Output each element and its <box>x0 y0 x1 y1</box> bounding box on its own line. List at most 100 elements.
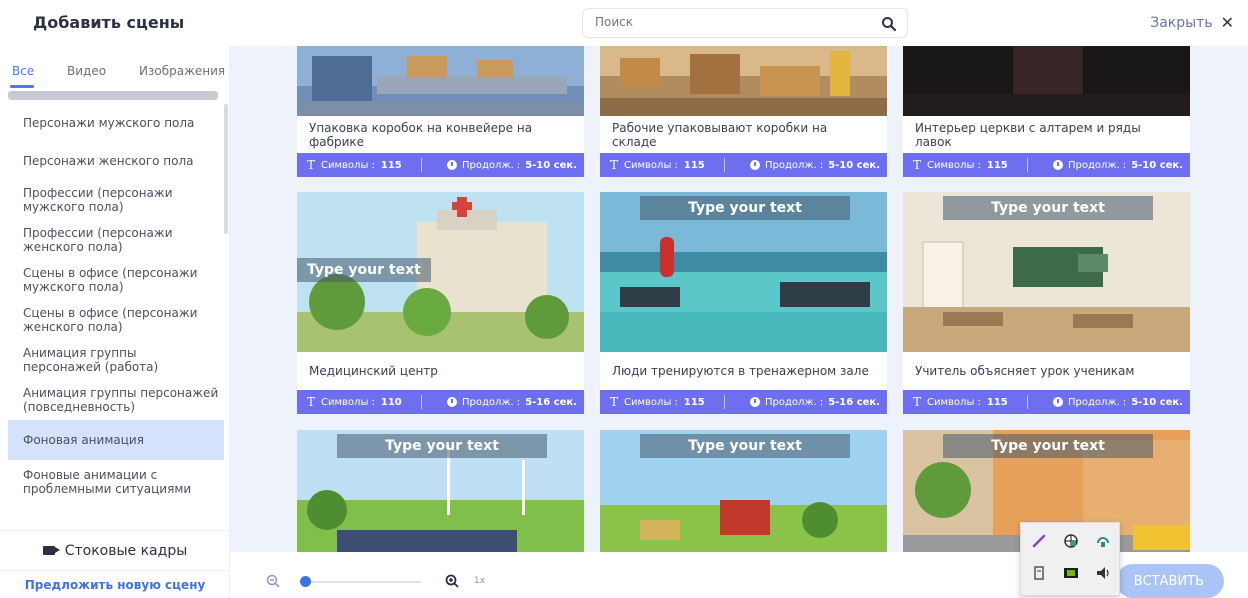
search-box[interactable] <box>582 8 908 38</box>
close-icon[interactable]: ✕ <box>1221 13 1234 32</box>
zoom-slider-handle[interactable] <box>300 576 311 587</box>
duration-label: Продолж. : <box>765 159 824 171</box>
chars-value: 115 <box>683 396 705 408</box>
scene-caption: Медицинский центр <box>297 352 584 390</box>
chars-value: 115 <box>683 159 705 171</box>
category-label: Сцены в офисе (персонажи мужского пола) <box>23 266 198 294</box>
scene-meta-bar: T Символы : 115 Продолж. : 5-10 сек. <box>903 153 1190 177</box>
scene-thumbnail <box>600 46 887 116</box>
headset-icon[interactable] <box>1095 533 1111 549</box>
scene-card[interactable]: Type your text Учитель объясняет урок уч… <box>903 192 1190 414</box>
category-male-characters[interactable]: Персонажи мужского пола <box>8 104 224 142</box>
scene-thumbnail <box>297 46 584 116</box>
text-icon: T <box>913 395 922 409</box>
scene-card[interactable]: Type your text <box>297 430 584 552</box>
category-office-male[interactable]: Сцены в офисе (персонажи мужского пола) <box>8 260 224 300</box>
scene-card[interactable]: Интерьер церкви с алтарем и ряды лавок T… <box>903 46 1190 177</box>
duration-value: 5-10 сек. <box>1131 396 1183 408</box>
category-office-female[interactable]: Сцены в офисе (персонажи женского пола) <box>8 300 224 340</box>
category-label: Анимация группы персонажей (работа) <box>23 346 159 374</box>
duration-label: Продолж. : <box>1068 396 1127 408</box>
category-professions-female[interactable]: Профессии (персонажи женского пола) <box>8 220 224 260</box>
chars-value: 110 <box>380 396 402 408</box>
thumbnail-overlay-text: Type your text <box>943 434 1153 458</box>
nvidia-icon[interactable] <box>1063 565 1079 581</box>
scene-card[interactable]: Type your text Медицинский центр T Символ… <box>297 192 584 414</box>
header: Добавить сцены Закрыть ✕ <box>0 0 1248 46</box>
insert-button[interactable]: ВСТАВИТЬ <box>1116 564 1224 598</box>
category-label: Профессии (персонажи мужского пола) <box>23 186 173 214</box>
duration-label: Продолж. : <box>765 396 824 408</box>
category-female-characters[interactable]: Персонажи женского пола <box>8 142 224 180</box>
search-icon[interactable] <box>881 16 897 32</box>
chars-value: 115 <box>986 396 1008 408</box>
scene-grid: Упаковка коробок на конвейере на фабрике… <box>230 46 1248 552</box>
tabs-scrollbar[interactable] <box>8 91 218 100</box>
close-button[interactable]: Закрыть ✕ <box>1150 13 1234 32</box>
category-list: Персонажи мужского пола Персонажи женско… <box>8 104 224 504</box>
category-professions-male[interactable]: Профессии (персонажи мужского пола) <box>8 180 224 220</box>
scene-card[interactable]: Type your text Люди тренируются в тренаж… <box>600 192 887 414</box>
stock-footage-label: Стоковые кадры <box>64 542 188 559</box>
category-label: Фоновые анимации с проблемными ситуациям… <box>23 468 192 496</box>
category-group-work[interactable]: Анимация группы персонажей (работа) <box>8 340 224 380</box>
device-icon[interactable] <box>1031 565 1047 581</box>
scene-card[interactable]: Type your text <box>600 430 887 552</box>
thumbnail-overlay-text: Type your text <box>640 434 850 458</box>
chars-label: Символы : <box>321 159 375 171</box>
category-label: Персонажи мужского пола <box>23 116 195 130</box>
thumbnail-overlay-text: Type your text <box>640 196 850 220</box>
text-icon: T <box>913 158 922 172</box>
category-background-problems[interactable]: Фоновые анимации с проблемными ситуациям… <box>8 460 224 504</box>
duration-label: Продолж. : <box>462 159 521 171</box>
duration-value: 5-10 сек. <box>525 159 577 171</box>
dialog-title: Добавить сцены <box>33 13 185 32</box>
chars-label: Символы : <box>321 396 375 408</box>
thumbnail-overlay-text: Type your text <box>337 434 547 458</box>
scene-thumbnail <box>903 46 1190 116</box>
thumbnail-overlay-text: Type your text <box>943 196 1153 220</box>
duration-value: 5-10 сек. <box>1131 159 1183 171</box>
clock-icon <box>447 160 458 170</box>
category-label: Профессии (персонажи женского пола) <box>23 226 173 254</box>
category-background-animation[interactable]: Фоновая анимация <box>8 420 224 460</box>
tab-video[interactable]: Видео <box>67 64 106 78</box>
speaker-icon[interactable] <box>1095 565 1111 581</box>
category-label: Фоновая анимация <box>23 433 144 447</box>
scene-caption: Упаковка коробок на конвейере на фабрике <box>297 116 584 154</box>
duration-value: 5-16 сек. <box>828 396 880 408</box>
scene-card[interactable]: Упаковка коробок на конвейере на фабрике… <box>297 46 584 177</box>
system-tray-popup <box>1020 522 1120 596</box>
scene-card[interactable]: Рабочие упаковывают коробки на складе TС… <box>600 46 887 177</box>
clock-icon <box>750 160 761 170</box>
category-scrollbar[interactable] <box>224 104 228 234</box>
scene-caption: Учитель объясняет урок ученикам <box>903 352 1190 390</box>
active-tab-indicator <box>10 85 34 88</box>
stock-footage-button[interactable]: Стоковые кадры <box>0 530 230 570</box>
category-label: Анимация группы персонажей (повседневнос… <box>23 386 219 414</box>
zoom-slider-track[interactable] <box>305 581 421 583</box>
scene-meta-bar: T Символы : 115 Продолж. : 5-10 сек. <box>600 153 887 177</box>
text-icon: T <box>610 395 619 409</box>
search-input[interactable] <box>595 15 865 29</box>
category-label: Сцены в офисе (персонажи женского пола) <box>23 306 198 334</box>
category-label: Персонажи женского пола <box>23 154 194 168</box>
zoom-out-icon[interactable] <box>266 574 280 588</box>
sidebar: Все Видео Изображения Персонажи мужского… <box>0 46 230 598</box>
chars-label: Символы : <box>624 159 678 171</box>
duration-value: 5-10 сек. <box>828 159 880 171</box>
media-tabs: Все Видео Изображения <box>0 46 230 90</box>
video-camera-icon <box>42 546 60 555</box>
category-group-daily[interactable]: Анимация группы персонажей (повседневнос… <box>8 380 224 420</box>
pen-icon[interactable] <box>1031 533 1047 549</box>
tab-all[interactable]: Все <box>12 64 34 78</box>
scene-meta-bar: T Символы : 115 Продолж. : 5-16 сек. <box>600 390 887 414</box>
tab-images[interactable]: Изображения <box>139 64 225 78</box>
suggest-scene-link[interactable]: Предложить новую сцену <box>0 570 230 598</box>
shield-icon[interactable] <box>1063 533 1079 549</box>
close-label: Закрыть <box>1150 14 1213 31</box>
scene-meta-bar: T Символы : 115 Продолж. : 5-10 сек. <box>903 390 1190 414</box>
chars-label: Символы : <box>927 159 981 171</box>
text-icon: T <box>610 158 619 172</box>
zoom-in-icon[interactable] <box>445 574 459 588</box>
